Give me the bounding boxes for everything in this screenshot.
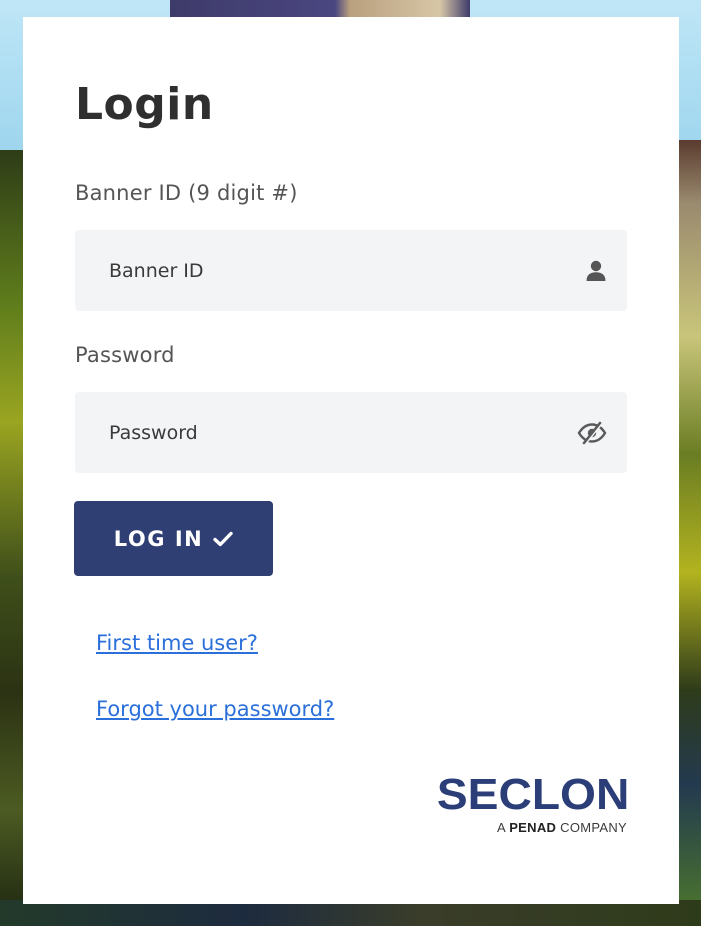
forgot-password-link[interactable]: Forgot your password? [96, 697, 334, 721]
brand-tagline-bold: PENAD [509, 820, 557, 835]
password-label: Password [75, 343, 175, 367]
first-time-user-link[interactable]: First time user? [96, 631, 258, 655]
brand-name: SECLON [436, 770, 629, 819]
login-button-label: LOG IN [113, 526, 204, 551]
login-card: Login Banner ID (9 digit #) Password LOG… [23, 17, 679, 904]
login-button[interactable]: LOG IN [74, 501, 273, 576]
check-icon [213, 531, 233, 547]
password-field [75, 392, 627, 473]
banner-id-label: Banner ID (9 digit #) [75, 181, 298, 205]
banner-id-input[interactable] [75, 230, 627, 311]
eye-slash-icon[interactable] [577, 420, 607, 446]
brand-tagline: A PENAD COMPANY [497, 820, 627, 835]
brand-tagline-prefix: A [497, 820, 506, 835]
user-icon [583, 258, 609, 284]
brand-tagline-suffix: COMPANY [560, 820, 627, 835]
company-logo: SECLON A PENAD COMPANY [403, 772, 629, 842]
page-title: Login [75, 79, 214, 130]
background-trees-right [676, 140, 701, 926]
background-building [170, 0, 470, 18]
banner-id-field [75, 230, 627, 311]
password-input[interactable] [75, 392, 627, 473]
